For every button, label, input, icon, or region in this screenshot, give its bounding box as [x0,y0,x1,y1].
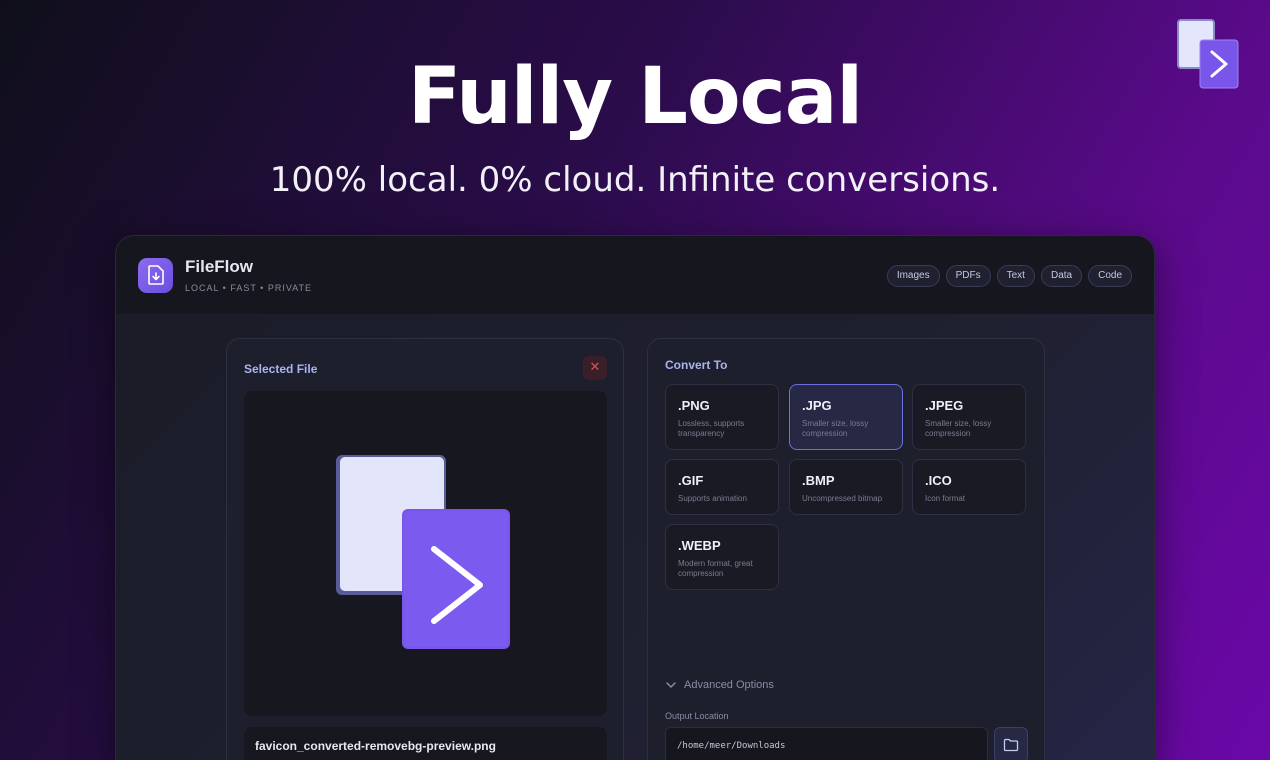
format-option-bmp[interactable]: .BMP Uncompressed bitmap [789,459,903,515]
app-header: FileFlow LOCAL • FAST • PRIVATE Images P… [116,236,1154,314]
format-desc: Smaller size, lossy compression [802,419,869,438]
main-content: Selected File ✕ favicon_converted-remove… [116,314,1154,760]
nav-pill-text[interactable]: Text [996,265,1035,287]
format-desc: Lossless, supports transparency [678,419,745,438]
format-name: .ICO [925,473,952,488]
format-name: .WEBP [678,538,721,553]
advanced-options-toggle[interactable]: Advanced Options [666,679,774,691]
format-name: .BMP [802,473,835,488]
format-option-png[interactable]: .PNG Lossless, supports transparency [665,384,779,450]
app-tagline: LOCAL • FAST • PRIVATE [185,283,312,293]
nav-pill-pdfs[interactable]: PDFs [945,265,991,287]
nav-pill-images[interactable]: Images [886,265,940,287]
browse-folder-button[interactable] [994,727,1028,760]
format-desc: Smaller size, lossy compression [925,419,992,438]
format-option-ico[interactable]: .ICO Icon format [912,459,1026,515]
nav-pill-code[interactable]: Code [1088,265,1132,287]
file-download-icon [138,257,173,293]
file-name: favicon_converted-removebg-preview.png [244,727,607,760]
folder-icon [1003,738,1019,752]
file-preview [244,391,607,716]
output-location-input[interactable]: /home/meer/Downloads [665,727,988,760]
close-icon[interactable]: ✕ [583,356,607,380]
app-name: FileFlow [185,257,253,276]
convert-to-title: Convert To [665,358,728,372]
format-option-gif[interactable]: .GIF Supports animation [665,459,779,515]
format-option-webp[interactable]: .WEBP Modern format, great compression [665,524,779,590]
output-location-label: Output Location [665,711,729,721]
hero-title: Fully Local [407,52,863,142]
category-nav: Images PDFs Text Data Code [886,265,1132,287]
format-desc: Modern format, great compression [678,559,753,578]
format-desc: Icon format [925,494,966,503]
convert-to-panel: Convert To .PNG Lossless, supports trans… [647,338,1045,760]
hero-subtitle: 100% local. 0% cloud. Infinite conversio… [269,160,1001,200]
selected-file-panel: Selected File ✕ favicon_converted-remove… [226,338,624,760]
format-option-jpeg[interactable]: .JPEG Smaller size, lossy compression [912,384,1026,450]
file-preview-image [336,455,510,649]
app-window: FileFlow LOCAL • FAST • PRIVATE Images P… [116,236,1154,760]
format-name: .PNG [678,398,710,413]
format-name: .JPEG [925,398,964,413]
selected-file-title: Selected File [244,362,318,376]
nav-pill-data[interactable]: Data [1040,265,1083,287]
format-desc: Uncompressed bitmap [802,494,883,503]
format-name: .GIF [678,473,704,488]
chevron-down-icon [666,682,676,688]
format-option-jpg[interactable]: .JPG Smaller size, lossy compression [789,384,903,450]
format-desc: Supports animation [678,494,747,503]
format-name: .JPG [802,398,832,413]
advanced-options-label: Advanced Options [684,679,774,691]
